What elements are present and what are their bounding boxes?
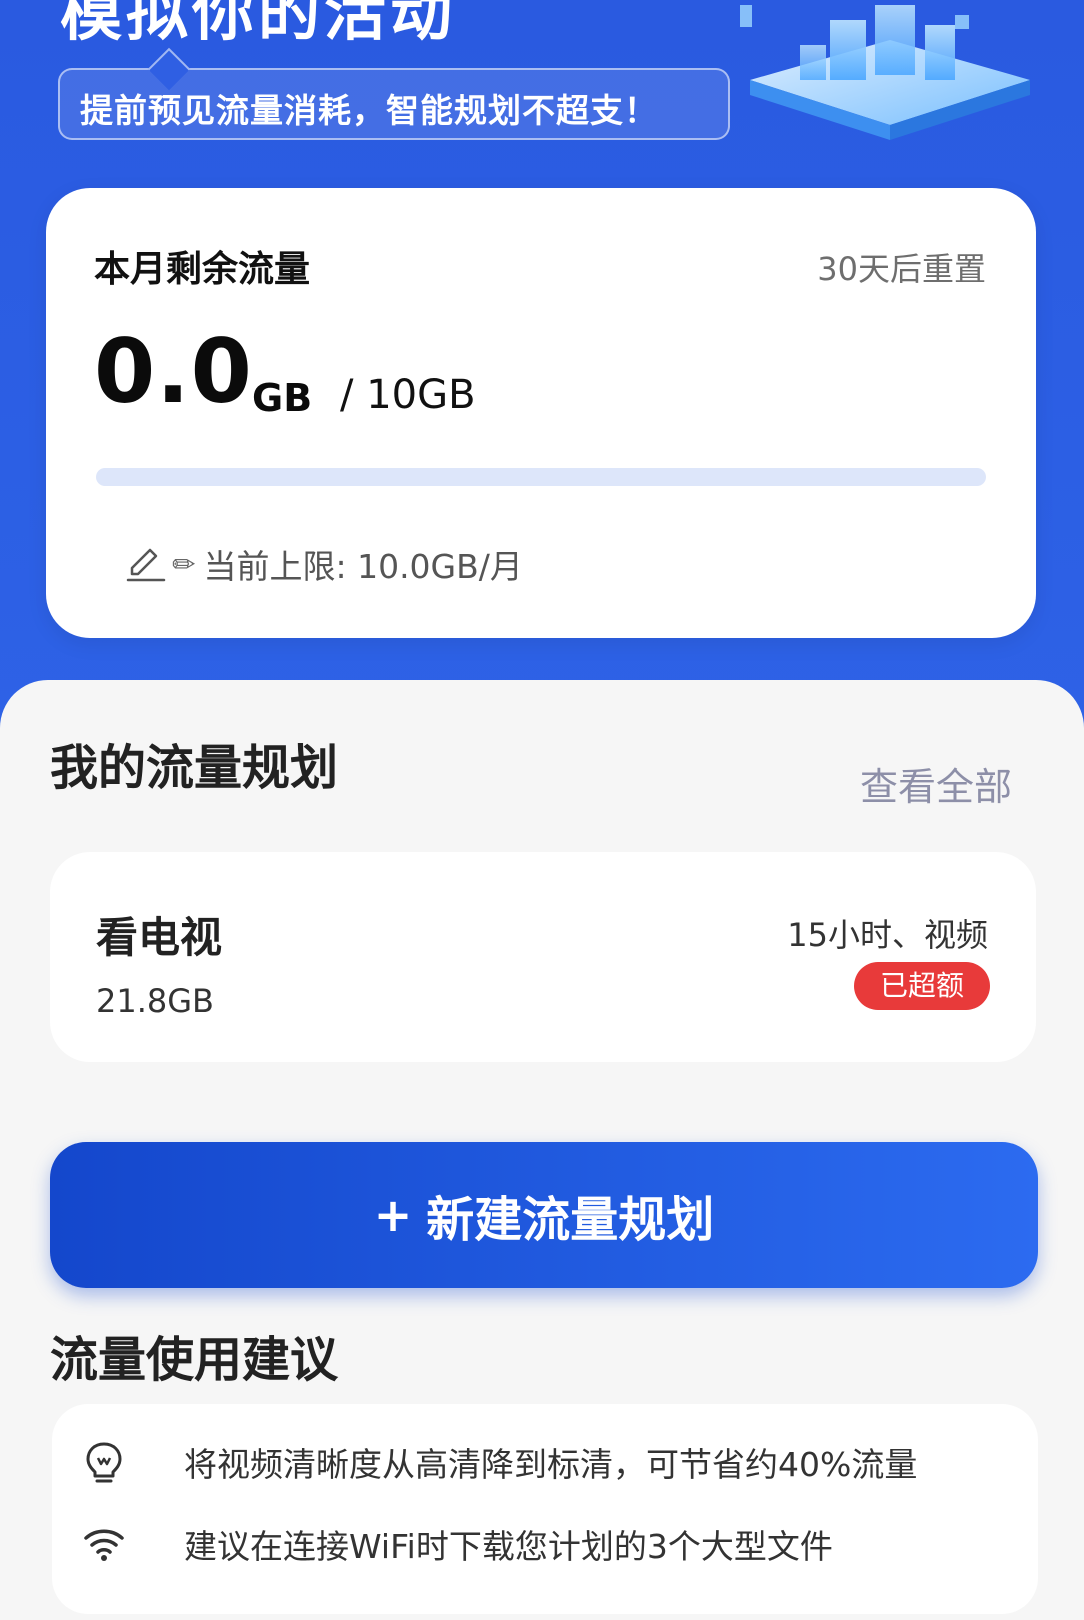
- over-quota-badge: 已超额: [854, 962, 990, 1010]
- plan-card[interactable]: 看电视 21.8GB 15小时、视频 已超额: [50, 852, 1036, 1062]
- total-data-quota: / 10GB: [340, 372, 476, 418]
- plan-data-size: 21.8GB: [96, 982, 214, 1020]
- remaining-data-card: 本月剩余流量 30天后重置 0.0 GB / 10GB ✏ 当前上限: 10.0…: [46, 188, 1036, 638]
- pencil-icon: ✏: [172, 547, 196, 581]
- new-plan-button[interactable]: + 新建流量规划: [50, 1142, 1038, 1288]
- hero-title: 模拟你的活动: [60, 0, 457, 49]
- tip-text: 将视频清晰度从高清降到标清，可节省约40%流量: [184, 1445, 918, 1484]
- tip-text: 建议在连接WiFi时下载您计划的3个大型文件: [184, 1527, 833, 1566]
- tip-item: 建议在连接WiFi时下载您计划的3个大型文件: [80, 1520, 833, 1568]
- new-plan-label: 新建流量规划: [426, 1192, 715, 1248]
- remaining-data-value: 0.0: [94, 320, 253, 423]
- remaining-data-unit: GB: [252, 376, 313, 420]
- hero-subtitle-bubble: 提前预见流量消耗，智能规划不超支！: [58, 68, 730, 140]
- usage-progress-bar: [96, 468, 986, 486]
- usage-tips-card: 将视频清晰度从高清降到标清，可节省约40%流量 建议在连接WiFi时下载您计划的…: [52, 1404, 1038, 1614]
- view-all-link[interactable]: 查看全部: [860, 756, 1012, 811]
- plus-icon: +: [373, 1188, 413, 1242]
- usage-tips-title: 流量使用建议: [50, 1332, 339, 1388]
- tip-item: 将视频清晰度从高清降到标清，可节省约40%流量: [80, 1438, 917, 1486]
- plan-name: 看电视: [96, 913, 223, 962]
- my-plans-title: 我的流量规划: [50, 740, 339, 796]
- city-cube-illustration: [740, 5, 1030, 140]
- data-limit-text: 当前上限: 10.0GB/月: [203, 547, 523, 586]
- hero-subtitle: 提前预见流量消耗，智能规划不超支！: [80, 91, 658, 130]
- data-limit-row[interactable]: ✏ 当前上限: 10.0GB/月: [124, 540, 523, 588]
- wifi-icon: [84, 1529, 124, 1561]
- reset-countdown: 30天后重置: [817, 250, 986, 288]
- remaining-data-title: 本月剩余流量: [94, 249, 311, 290]
- plan-description: 15小时、视频: [787, 916, 988, 954]
- edit-icon[interactable]: [124, 542, 168, 586]
- lightbulb-icon: [86, 1442, 122, 1483]
